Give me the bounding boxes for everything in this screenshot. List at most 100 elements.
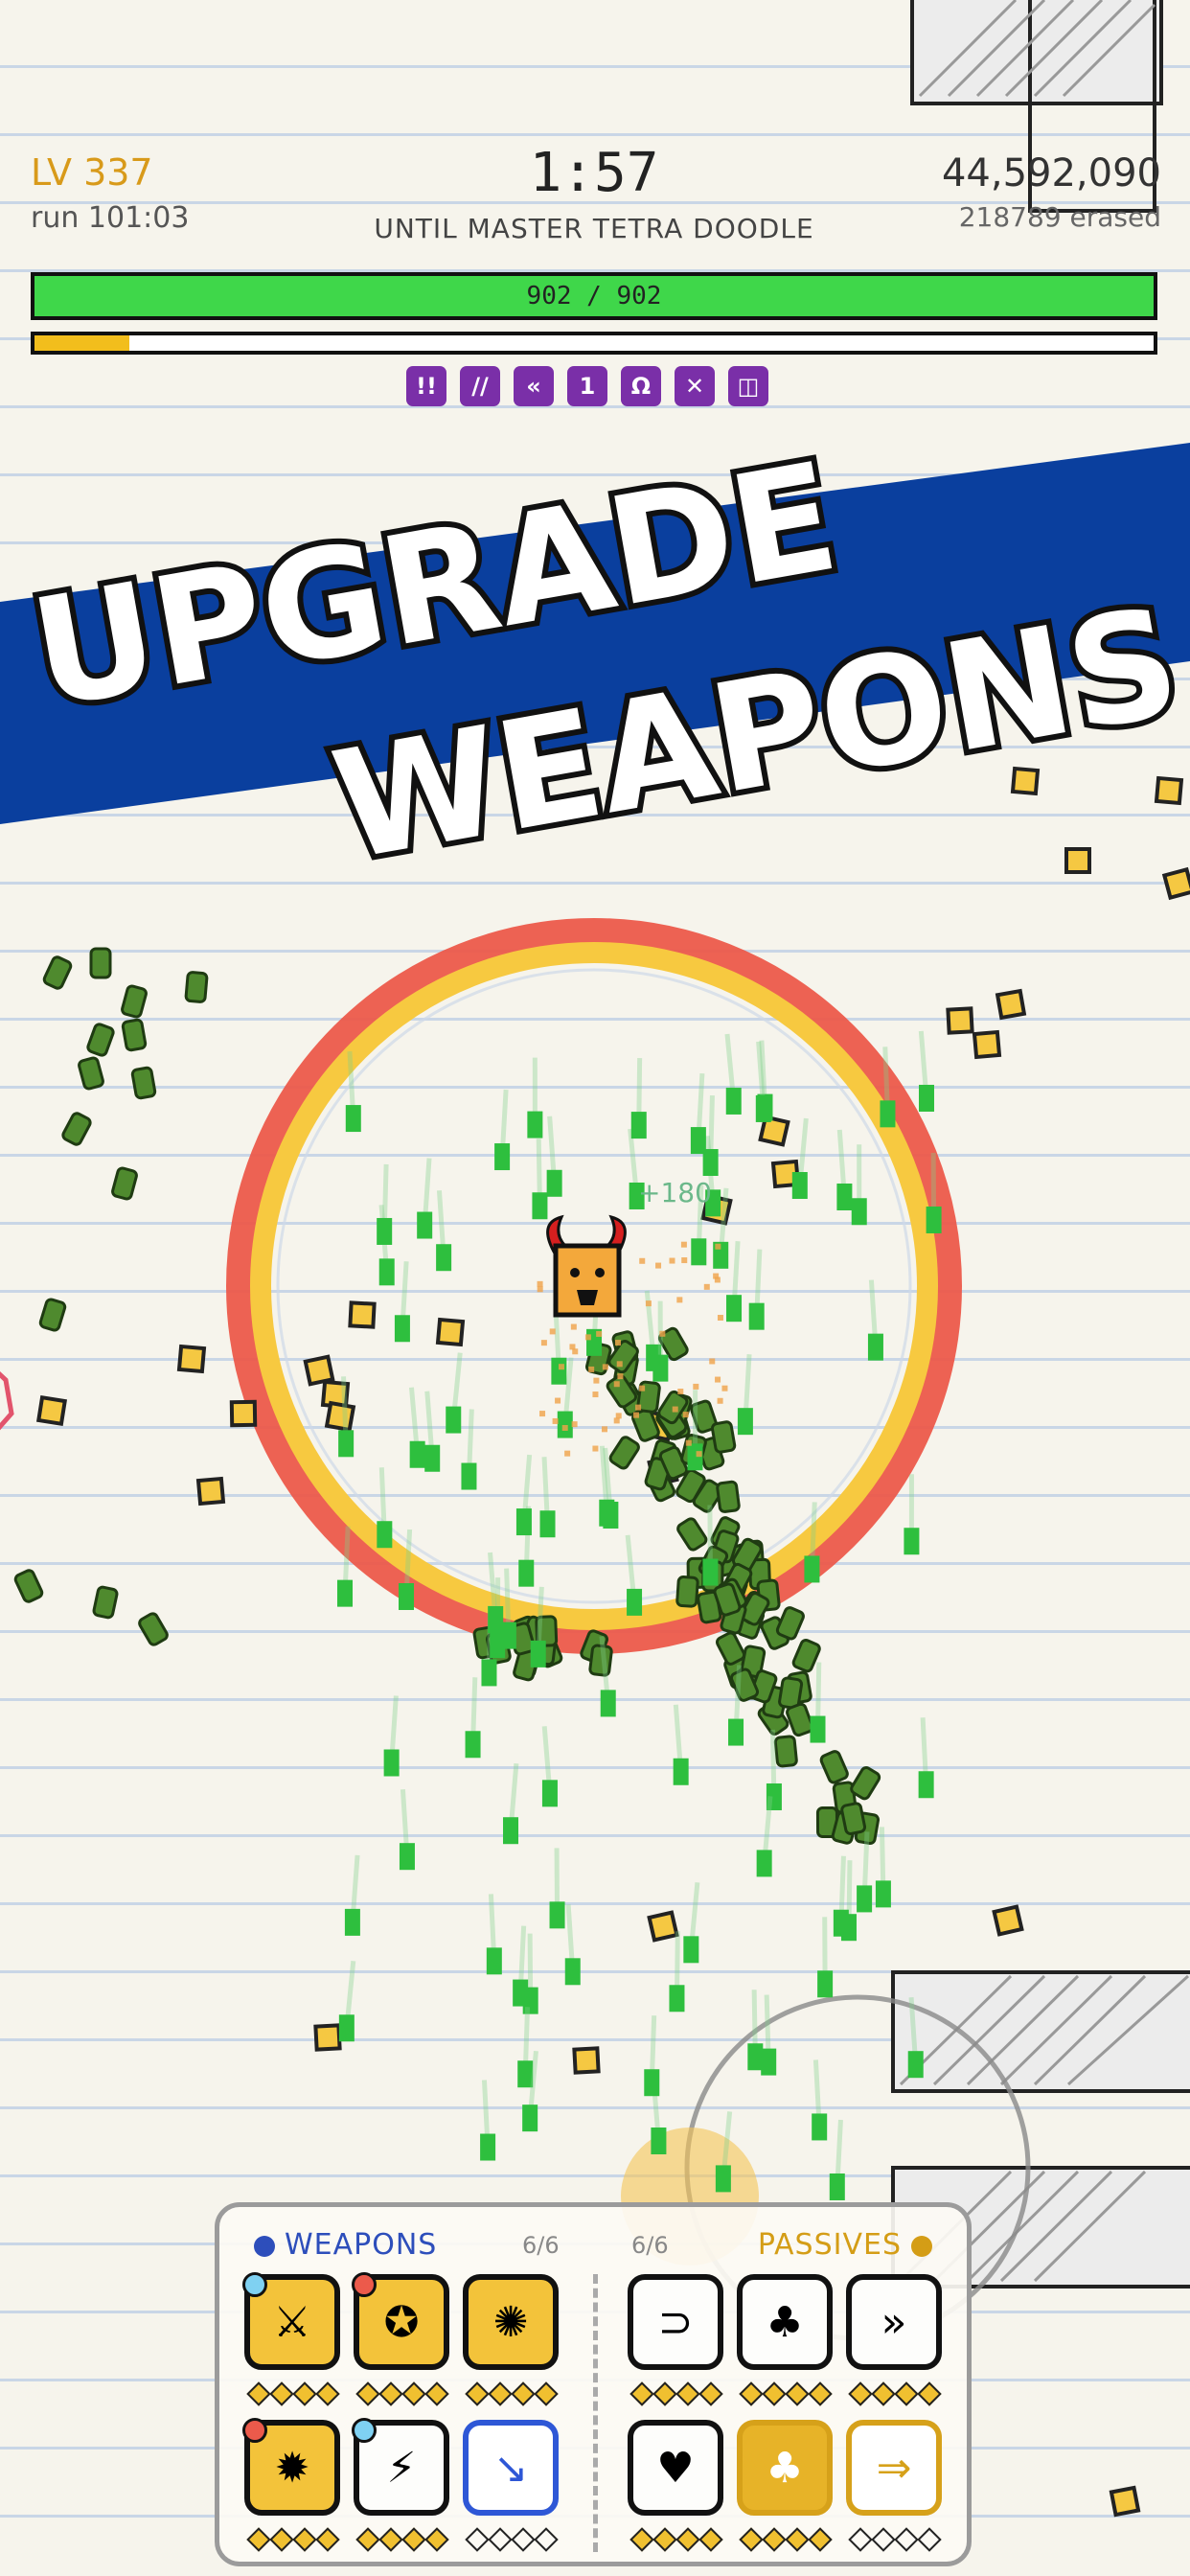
green-projectile <box>377 1521 393 1549</box>
green-projectile <box>500 1622 516 1649</box>
green-projectile <box>857 1885 873 1913</box>
weapon-slot-3[interactable]: ✺ <box>463 2274 559 2370</box>
player-character <box>546 1214 627 1318</box>
passive-slot-3[interactable]: » <box>846 2274 942 2370</box>
level-pips <box>465 2381 559 2406</box>
xp-gem <box>176 1344 207 1374</box>
zombie-enemy <box>819 1750 849 1784</box>
green-projectile <box>399 1583 415 1611</box>
xp-gem <box>946 1006 974 1035</box>
green-projectile <box>546 1169 562 1197</box>
boss-caption: UNTIL MASTER TETRA DOODLE <box>374 213 814 244</box>
magnet-passive-icon: ⊃ <box>657 2297 694 2347</box>
zombie-enemy <box>676 1517 708 1552</box>
green-projectile <box>867 1333 883 1361</box>
green-projectile <box>480 2133 496 2161</box>
axe-weapon-icon: ⚔ <box>273 2297 311 2347</box>
rarity-badge <box>242 2272 267 2297</box>
passive-slot-4[interactable]: ♥ <box>628 2420 723 2516</box>
level-pips <box>629 2381 723 2406</box>
green-projectile <box>518 1559 535 1587</box>
buff-icon-5: Ω <box>621 366 661 406</box>
green-projectile <box>747 2043 764 2071</box>
green-projectile <box>378 1258 395 1286</box>
passive-slot-2[interactable]: ♣ <box>737 2274 833 2370</box>
level-pips <box>465 2527 559 2552</box>
green-projectile <box>488 1605 504 1633</box>
spark-particle <box>555 1397 561 1404</box>
xp-gem <box>995 988 1027 1021</box>
green-projectile <box>836 1183 853 1210</box>
zombie-enemy <box>78 1056 104 1091</box>
green-projectile <box>377 1217 393 1245</box>
zombie-enemy <box>61 1112 92 1146</box>
spark-particle <box>696 1451 702 1458</box>
experience-fill <box>34 335 130 351</box>
passive-slot-6[interactable]: ⇒ <box>846 2420 942 2516</box>
green-projectile <box>687 1443 703 1471</box>
green-projectile <box>737 1408 753 1436</box>
green-projectile <box>539 1510 556 1538</box>
spark-particle <box>681 1257 688 1264</box>
passive-slot-5[interactable]: ♣ <box>737 2420 833 2516</box>
spark-particle <box>602 1426 608 1433</box>
xp-gem <box>303 1354 335 1387</box>
green-projectile <box>515 1508 532 1536</box>
passive-slot-1[interactable]: ⊃ <box>628 2274 723 2370</box>
spark-particle <box>669 1257 675 1264</box>
green-projectile <box>918 1771 934 1799</box>
spark-particle <box>717 1315 723 1322</box>
spark-particle <box>569 1344 576 1350</box>
level-pips <box>739 2381 833 2406</box>
spark-particle <box>592 1392 599 1398</box>
damage-popup: +180 <box>638 1177 712 1208</box>
weapon-slot-5[interactable]: ⚡ <box>352 2418 449 2516</box>
green-projectile <box>630 1112 647 1139</box>
green-projectile <box>337 1579 354 1607</box>
xp-gem <box>435 1317 466 1347</box>
xp-gem <box>313 2023 342 2052</box>
level-pips <box>629 2527 723 2552</box>
green-projectile <box>465 1731 481 1759</box>
xp-gem <box>348 1300 377 1329</box>
level-pips <box>355 2527 449 2552</box>
xp-gem <box>1109 2485 1141 2518</box>
green-projectile <box>551 1357 567 1385</box>
green-projectile <box>833 1909 849 1937</box>
green-projectile <box>810 1715 826 1743</box>
green-projectile <box>532 1192 548 1220</box>
zombie-enemy <box>86 1023 115 1057</box>
health-text: 902 / 902 <box>526 282 662 310</box>
weapon-slot-1[interactable]: ⚔ <box>242 2272 340 2370</box>
spark-particle <box>633 1412 640 1418</box>
spark-particle <box>613 1381 620 1388</box>
green-projectile <box>907 2051 924 2079</box>
spark-particle <box>703 1283 710 1290</box>
xp-gem <box>1064 847 1091 874</box>
green-projectile <box>517 2060 534 2088</box>
rarity-badge <box>242 2418 267 2443</box>
spark-particle <box>564 1450 571 1457</box>
passives-count: 6/6 <box>631 2232 669 2259</box>
buff-icon-1: !! <box>406 366 446 406</box>
zombie-enemy <box>13 1569 44 1603</box>
zombie-enemy <box>184 971 209 1003</box>
green-projectile <box>812 2113 828 2141</box>
zombie-enemy <box>42 955 73 990</box>
run-time: run 101:03 <box>31 201 190 235</box>
weapon-slot-4[interactable]: ✹ <box>242 2418 340 2516</box>
weapon-slot-2[interactable]: ✪ <box>352 2272 449 2370</box>
countdown-timer: 1:57 <box>529 142 659 204</box>
weapon-slot-6[interactable]: ↘ <box>463 2420 559 2516</box>
xp-gem <box>324 1400 356 1433</box>
spark-particle <box>613 1417 620 1424</box>
burst-weapon-icon: ✺ <box>492 2297 529 2347</box>
enemy-hexagon <box>0 1370 14 1431</box>
spark-particle <box>645 1300 652 1307</box>
spark-particle <box>570 1323 577 1330</box>
weapons-title: WEAPONS <box>285 2228 438 2262</box>
orbit-weapon-icon: ✪ <box>383 2297 420 2347</box>
green-projectile <box>399 1843 415 1871</box>
buff-icon-2: // <box>460 366 500 406</box>
zombie-enemy <box>786 1702 814 1737</box>
